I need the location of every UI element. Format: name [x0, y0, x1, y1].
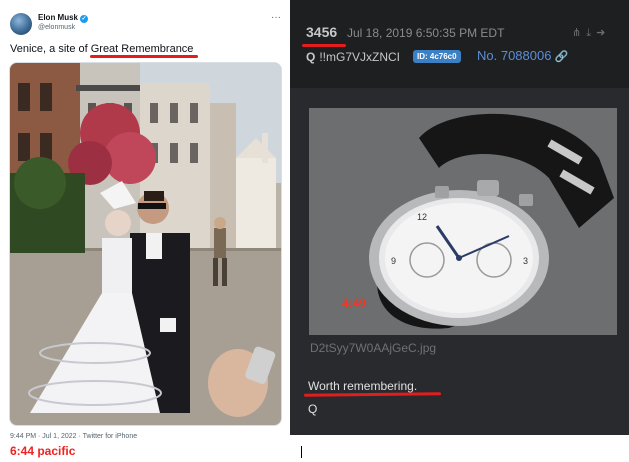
tweet-text: Venice, a site of Great Remembrance: [10, 43, 193, 55]
tweet-text-prefix: Venice, a site of: [10, 43, 91, 55]
avatar[interactable]: [10, 13, 32, 35]
post-actions: ⋔⤓➜: [572, 26, 610, 40]
annotation-underline: [302, 44, 346, 47]
q-post: 3456 Jul 18, 2019 6:50:35 PM EDT ⋔⤓➜ Q!!…: [290, 0, 629, 435]
author-name-text[interactable]: Elon Musk: [38, 13, 78, 22]
tripcode: !!mG7VJxZNCI: [319, 50, 401, 64]
image-filename[interactable]: D2tSyy7W0AAjGeC.jpg: [310, 341, 436, 355]
post-no-text[interactable]: No. 7088006: [477, 48, 551, 63]
watch-time-annotation: 4:49: [342, 296, 367, 310]
post-no-link[interactable]: No. 7088006 🔗: [477, 48, 568, 63]
time-annotation: 6:44 pacific: [10, 444, 76, 458]
post-number[interactable]: 3456: [306, 24, 337, 40]
more-horizontal-icon[interactable]: ···: [271, 12, 281, 23]
tweet-text-highlight: Great Remembrance: [90, 43, 194, 55]
post-signature: Q: [308, 402, 318, 416]
post-author: Q !!mG7VJxZNCI: [306, 50, 400, 64]
tweet-timestamp[interactable]: 9:44 PM · Jul 1, 2022 · Twitter for iPho…: [10, 433, 137, 440]
text-cursor: [301, 446, 302, 458]
author-handle[interactable]: @elonmusk: [38, 24, 75, 31]
author-name[interactable]: Elon Musk ✓: [38, 13, 89, 23]
post-datetime: Jul 18, 2019 6:50:35 PM EDT: [347, 26, 505, 40]
link-icon[interactable]: 🔗: [554, 51, 568, 63]
author-label: Q: [306, 50, 316, 64]
post-message: Worth remembering.: [308, 379, 418, 393]
svg-text:3: 3: [523, 256, 528, 266]
svg-text:9: 9: [391, 256, 396, 266]
id-badge[interactable]: ID: 4c76c0: [413, 50, 461, 63]
venice-carnival-photo[interactable]: [9, 62, 282, 426]
download-icon[interactable]: ⤓: [586, 27, 596, 39]
annotation-underline: [90, 55, 198, 58]
tweet-card: Elon Musk ✓ @elonmusk ··· Venice, a site …: [0, 0, 290, 462]
share-icon[interactable]: ⋔: [572, 27, 586, 39]
verified-badge-icon: ✓: [80, 15, 89, 23]
annotation-underline: [303, 392, 442, 397]
arrow-right-icon[interactable]: ➜: [596, 27, 610, 39]
svg-text:12: 12: [417, 212, 427, 222]
